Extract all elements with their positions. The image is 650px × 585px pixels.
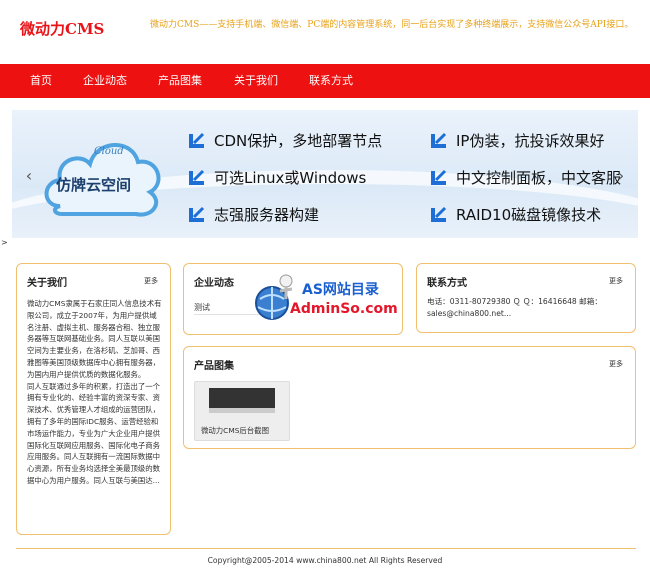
chevron-left-icon[interactable]: ‹	[20, 166, 38, 186]
feature-label: IP伪装，抗投诉效果好	[456, 132, 605, 150]
contact-box: 联系方式 更多 电话：0311-80729380 Ｑ Ｑ：16416648 邮箱…	[416, 263, 636, 333]
site-tagline: 微动力CMS——支持手机端、微信端、PC端的内容管理系统，同一后台实现了多种终端…	[150, 20, 634, 30]
contact-text: 电话：0311-80729380 Ｑ Ｑ：16416648 邮箱：sales@c…	[427, 297, 602, 318]
feature-label: 中文控制面板，中文客服	[456, 169, 622, 187]
feature-item: 志强服务器构建	[188, 204, 319, 225]
site-logo[interactable]: 微动力CMS	[20, 18, 104, 39]
feature-item: CDN保护，多地部署节点	[188, 130, 382, 151]
nav-item-products[interactable]: 产品图集	[158, 64, 202, 98]
check-icon	[431, 169, 447, 185]
product-caption: 微动力CMS后台截图	[201, 426, 269, 435]
check-icon	[431, 132, 447, 148]
screenshot-image-strip	[209, 408, 275, 413]
news-title: 企业动态	[194, 278, 234, 289]
watermark: AS网站目录 AdminSo.com	[250, 265, 410, 325]
contact-title: 联系方式	[427, 278, 467, 289]
feature-item: RAID10磁盘镜像技术	[430, 204, 601, 225]
cloud-big-label: 仿牌云空间	[56, 176, 132, 194]
feature-label: CDN保护，多地部署节点	[214, 132, 383, 150]
watermark-top: AS网站目录	[302, 282, 379, 298]
about-title: 关于我们	[27, 278, 67, 289]
footer-divider	[16, 548, 636, 549]
check-icon	[189, 132, 205, 148]
chevron-right-icon[interactable]: ›	[612, 166, 630, 186]
check-icon	[189, 206, 205, 222]
about-text: 微动力CMS隶属于石家庄同人信息技术有限公司，成立于2007年，为用户提供域名注…	[27, 299, 162, 485]
feature-item: 中文控制面板，中文客服	[430, 167, 621, 188]
header: 微动力CMS 微动力CMS——支持手机端、微信端、PC端的内容管理系统，同一后台…	[0, 0, 650, 64]
nav-item-home[interactable]: 首页	[30, 64, 52, 98]
feature-label: 可选Linux或Windows	[214, 169, 367, 187]
contact-more-link[interactable]: 更多	[609, 276, 623, 286]
screenshot-image	[209, 388, 275, 408]
about-box: 关于我们 更多 微动力CMS隶属于石家庄同人信息技术有限公司，成立于2007年，…	[16, 263, 171, 535]
feature-item: IP伪装，抗投诉效果好	[430, 130, 604, 151]
news-item[interactable]: 测试	[194, 302, 210, 313]
check-icon	[431, 206, 447, 222]
cloud-small-label: Cloud	[94, 146, 124, 157]
product-thumbnail[interactable]: 微动力CMS后台截图	[194, 381, 290, 441]
cloud-logo: Cloud 仿牌云空间	[40, 126, 170, 226]
stray-mark: >	[1, 238, 8, 247]
feature-item: 可选Linux或Windows	[188, 167, 366, 188]
check-icon	[189, 169, 205, 185]
about-more-link[interactable]: 更多	[144, 276, 158, 286]
products-box: 产品图集 更多 微动力CMS后台截图	[183, 346, 636, 449]
nav-item-about[interactable]: 关于我们	[234, 64, 278, 98]
nav-item-contact[interactable]: 联系方式	[309, 64, 353, 98]
feature-label: RAID10磁盘镜像技术	[456, 206, 602, 224]
footer-copyright: Copyright@2005-2014 www.china800.net All…	[207, 556, 443, 565]
main-nav: 首页 企业动态 产品图集 关于我们 联系方式	[0, 64, 650, 98]
nav-item-news[interactable]: 企业动态	[83, 64, 127, 98]
banner-slider[interactable]: Cloud 仿牌云空间 CDN保护，多地部署节点 可选Linux或Windows…	[12, 110, 638, 238]
watermark-bottom: AdminSo.com	[290, 301, 398, 317]
feature-label: 志强服务器构建	[214, 206, 320, 224]
products-title: 产品图集	[194, 361, 234, 372]
products-more-link[interactable]: 更多	[609, 359, 623, 369]
